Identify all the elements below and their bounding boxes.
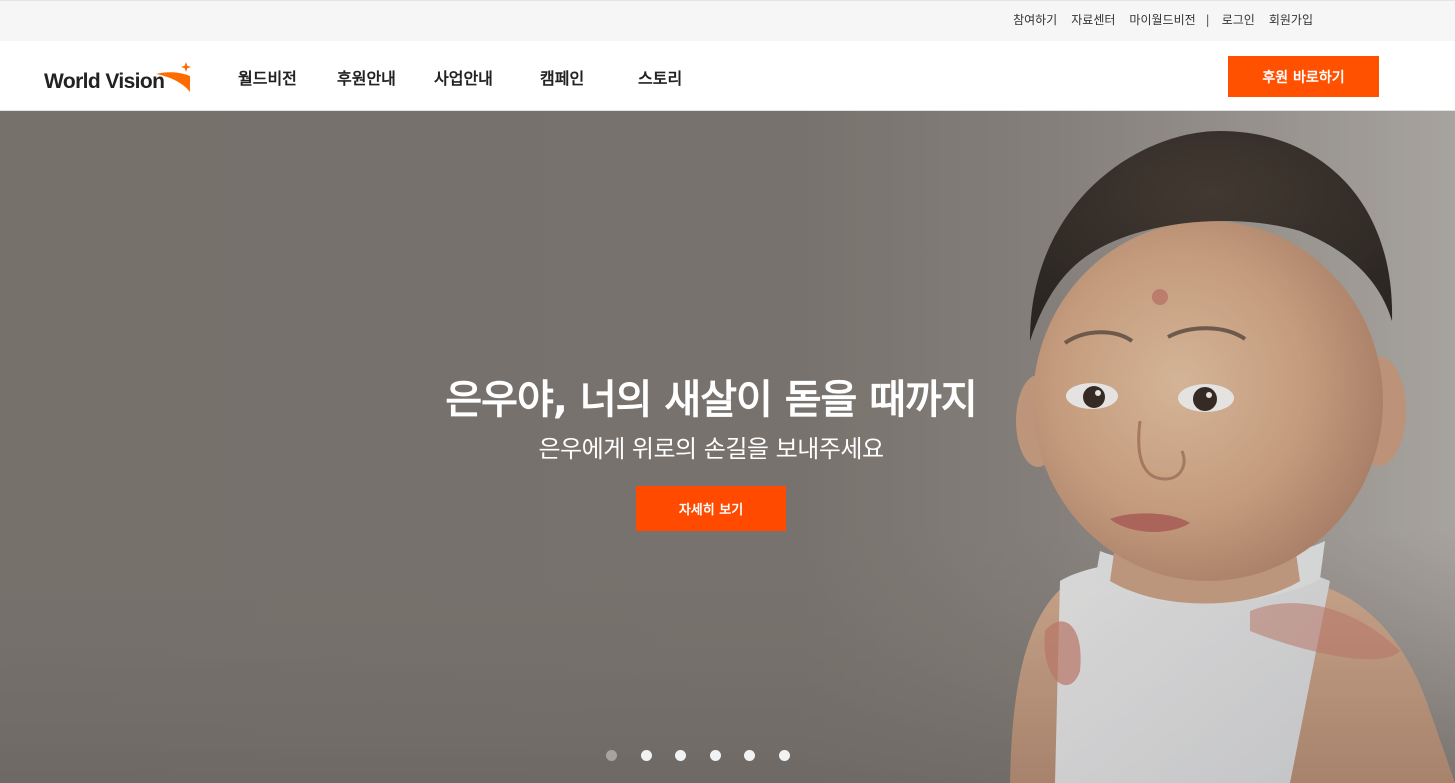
utility-link-participate[interactable]: 참여하기	[1013, 11, 1057, 28]
utility-link-login[interactable]: 로그인	[1222, 11, 1255, 28]
utility-bar: 참여하기 자료센터 마이월드비전 | 로그인 회원가입	[0, 0, 1455, 41]
hero-title: 은우야, 너의 새살이 돋을 때까지	[445, 377, 977, 423]
utility-links: 참여하기 자료센터 마이월드비전 | 로그인 회원가입	[999, 11, 1313, 28]
slide-dot-6[interactable]	[779, 750, 790, 761]
world-vision-star-icon	[156, 62, 191, 92]
slide-dot-3[interactable]	[675, 750, 686, 761]
hero-subtitle: 은우에게 위로의 손길을 보내주세요	[538, 435, 884, 463]
main-header: World Vision 월드비전 후원안내 사업안내 캠페인 스토리 후원 바…	[0, 41, 1455, 111]
nav-item-campaign[interactable]: 캠페인	[540, 65, 584, 89]
slide-dot-4[interactable]	[710, 750, 721, 761]
nav-item-worldvision[interactable]: 월드비전	[238, 65, 297, 89]
hero-banner: 은우야, 너의 새살이 돋을 때까지 은우에게 위로의 손길을 보내주세요 자세…	[0, 111, 1455, 783]
nav-item-story[interactable]: 스토리	[638, 65, 682, 89]
utility-separator: |	[1205, 12, 1210, 27]
utility-link-resources[interactable]: 자료센터	[1071, 11, 1115, 28]
nav-item-projects[interactable]: 사업안내	[434, 65, 493, 89]
slide-dot-5[interactable]	[744, 750, 755, 761]
logo-wordmark: World Vision	[44, 70, 165, 93]
nav-item-sponsorship[interactable]: 후원안내	[337, 65, 396, 89]
hero-view-details-button[interactable]: 자세히 보기	[636, 486, 786, 531]
world-vision-logo[interactable]: World Vision	[44, 60, 194, 96]
utility-link-my-worldvision[interactable]: 마이월드비전	[1129, 11, 1195, 28]
slide-pagination	[606, 750, 796, 762]
donate-now-button[interactable]: 후원 바로하기	[1228, 56, 1379, 97]
slide-dot-2[interactable]	[641, 750, 652, 761]
slide-dot-1[interactable]	[606, 750, 617, 761]
utility-link-signup[interactable]: 회원가입	[1269, 11, 1313, 28]
